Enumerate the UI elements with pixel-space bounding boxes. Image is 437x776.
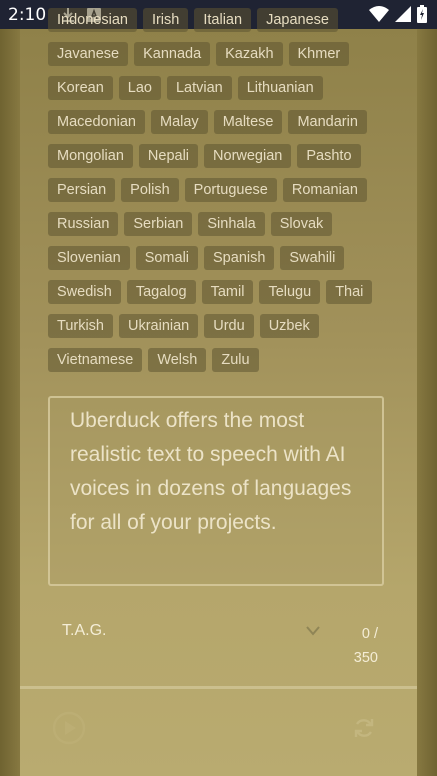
language-chip[interactable]: Welsh (148, 348, 207, 372)
language-chip[interactable]: Spanish (204, 246, 275, 270)
language-chip[interactable]: Javanese (48, 42, 129, 66)
language-chip[interactable]: Macedonian (48, 110, 145, 134)
language-chip[interactable]: Russian (48, 212, 119, 236)
language-chip-row: Mongolian Nepali Norwegian Pashto (48, 144, 398, 168)
language-chip-row: Javanese Kannada Kazakh Khmer (48, 42, 398, 66)
language-chip[interactable]: Irish (142, 8, 189, 32)
language-chip-row: Slovenian Somali Spanish Swahili (48, 246, 398, 270)
voice-name: T.A.G. (62, 622, 107, 639)
language-chip[interactable]: Polish (121, 178, 179, 202)
language-chip[interactable]: Slovenian (48, 246, 130, 270)
language-chip[interactable]: Mandarin (288, 110, 367, 134)
language-chip[interactable]: Indonesian (48, 8, 137, 32)
language-chip-row: Indonesian Irish Italian Japanese (48, 8, 398, 32)
language-chip[interactable]: Turkish (48, 314, 113, 338)
language-chip[interactable]: Romanian (282, 178, 367, 202)
language-chip-row: Russian Serbian Sinhala Slovak (48, 212, 398, 236)
language-chip[interactable]: Italian (194, 8, 252, 32)
language-chip[interactable]: Lithuanian (237, 76, 323, 100)
status-time: 2:10 (8, 4, 47, 25)
voice-selector[interactable]: T.A.G. 0 / 350 (62, 620, 378, 670)
divider (20, 686, 417, 689)
language-chip-row: Persian Polish Portuguese Romanian (48, 178, 398, 202)
language-chip[interactable]: Ukrainian (119, 314, 199, 338)
language-chip[interactable]: Norwegian (204, 144, 292, 168)
character-count: 0 / 350 (353, 626, 378, 666)
language-chip-row: Vietnamese Welsh Zulu (48, 348, 398, 372)
language-chip[interactable]: Portuguese (184, 178, 277, 202)
chevron-down-icon[interactable] (306, 626, 320, 636)
language-chip[interactable]: Malay (151, 110, 208, 134)
language-chip[interactable]: Slovak (270, 212, 333, 236)
language-chip[interactable]: Kannada (134, 42, 211, 66)
language-chip[interactable]: Persian (48, 178, 116, 202)
language-chip-row: Korean Lao Latvian Lithuanian (48, 76, 398, 100)
text-input-box[interactable]: Uberduck offers the most realistic text … (48, 396, 384, 586)
play-icon[interactable] (52, 711, 86, 745)
language-chip[interactable]: Pashto (297, 144, 361, 168)
language-chip[interactable]: Vietnamese (48, 348, 143, 372)
language-chip[interactable]: Thai (326, 280, 373, 304)
language-chip[interactable]: Maltese (213, 110, 283, 134)
language-chip[interactable]: Swedish (48, 280, 121, 304)
language-chip[interactable]: Kazakh (216, 42, 283, 66)
language-chip[interactable]: Lao (118, 76, 161, 100)
refresh-icon[interactable] (352, 716, 376, 740)
language-chip[interactable]: Swahili (280, 246, 345, 270)
language-chip-row: Macedonian Malay Maltese Mandarin (48, 110, 398, 134)
language-chip[interactable]: Urdu (204, 314, 254, 338)
language-chip[interactable]: Nepali (138, 144, 199, 168)
language-chip[interactable]: Serbian (124, 212, 193, 236)
language-chip[interactable]: Mongolian (48, 144, 133, 168)
language-chip[interactable]: Telugu (259, 280, 321, 304)
language-chip[interactable]: Korean (48, 76, 113, 100)
language-chip-list: Indonesian Irish Italian Japanese Javanese Ka… (48, 8, 398, 382)
language-chip[interactable]: Latvian (166, 76, 232, 100)
battery-icon (417, 5, 427, 23)
language-chip-row: Turkish Ukrainian Urdu Uzbek (48, 314, 398, 338)
language-chip[interactable]: Somali (135, 246, 199, 270)
language-chip[interactable]: Tagalog (126, 280, 196, 304)
language-chip-row: Swedish Tagalog Tamil Telugu Thai (48, 280, 398, 304)
language-chip[interactable]: Tamil (201, 280, 254, 304)
language-chip[interactable]: Uzbek (259, 314, 319, 338)
text-input-placeholder: Uberduck offers the most realistic text … (70, 409, 352, 534)
language-chip[interactable]: Zulu (212, 348, 259, 372)
language-chip[interactable]: Khmer (288, 42, 350, 66)
language-chip[interactable]: Sinhala (198, 212, 265, 236)
language-chip[interactable]: Japanese (257, 8, 338, 32)
